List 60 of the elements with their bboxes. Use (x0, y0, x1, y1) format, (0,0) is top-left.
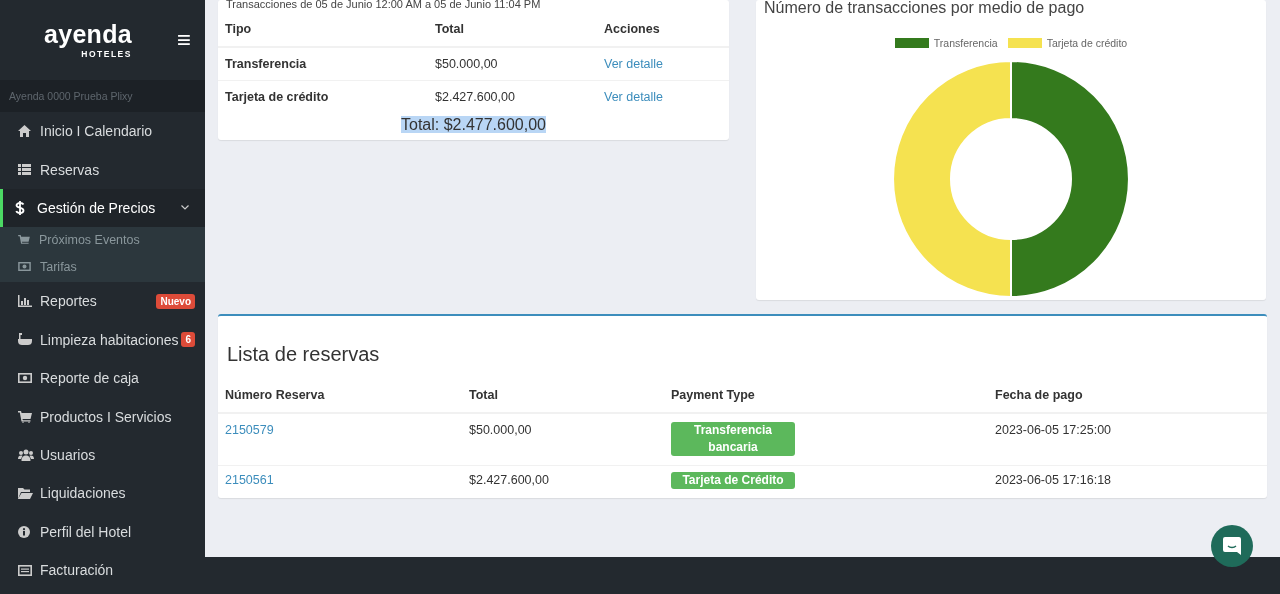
bathtub-icon (18, 333, 32, 347)
date-range: Transacciones de 05 de Junio 12:00 AM a 05 de Junio 11:04 PM (225, 0, 542, 12)
sidebar-item[interactable]: Usuarios (0, 435, 205, 475)
sidebar-item[interactable]: Liquidaciones (0, 474, 205, 513)
chart-title: Número de transacciones por medio de pago (763, 0, 1086, 17)
section-title: Lista de reservas (226, 342, 381, 367)
legend-label: Tarjeta de crédito (1046, 37, 1128, 49)
list-icon (18, 164, 31, 176)
table-cell: $50.000,00 (462, 413, 664, 466)
users-icon (18, 448, 34, 461)
column-header: Fecha de pago (988, 378, 1267, 413)
banknote-icon (18, 373, 32, 384)
column-header: Número Reserva (218, 378, 462, 413)
sidebar-item[interactable]: Limpieza habitaciones 6 (0, 320, 205, 359)
sidebar-item[interactable]: Reporte de caja (0, 358, 205, 398)
table-cell: $50.000,00 (428, 47, 597, 81)
submenu-item[interactable]: Tarifas (0, 253, 205, 281)
badge: 6 (181, 332, 195, 348)
detail-link[interactable]: Ver detalle (604, 90, 664, 104)
submenu-item[interactable]: Próximos Eventos (0, 227, 205, 254)
cart-icon (18, 410, 32, 423)
banknote-icon (18, 262, 31, 272)
sidebar-item[interactable]: Reportes Nuevo (0, 282, 205, 321)
column-header: Tipo (218, 12, 428, 47)
sidebar-item[interactable]: Reservas (0, 150, 205, 189)
legend-label: Transferencia (933, 37, 998, 49)
total-amount: Total: $2.477.600,00 (401, 116, 546, 133)
payment-type-label: Transferencia bancaria (671, 422, 795, 456)
table-cell: 2023-06-05 17:25:00 (988, 413, 1267, 466)
info-icon (18, 525, 30, 538)
badge: Nuevo (156, 293, 195, 309)
chat-icon (1223, 537, 1241, 555)
folder-icon (18, 487, 33, 500)
sidebar-item[interactable]: Productos I Servicios (0, 397, 205, 436)
column-header: Total (428, 12, 597, 47)
table-cell: $2.427.600,00 (462, 465, 664, 496)
sidebar-item[interactable]: Perfil del Hotel (0, 512, 205, 551)
dollar-icon (15, 200, 25, 215)
hotel-name: Ayenda 0000 Prueba Plixy (0, 80, 205, 112)
column-header: Acciones (597, 12, 729, 47)
sidebar-item[interactable]: Inicio I Calendario (0, 112, 205, 151)
table-cell: Transferencia (218, 47, 428, 81)
sidebar-item[interactable]: Gestión de Precios (0, 188, 205, 228)
detail-link[interactable]: Ver detalle (604, 57, 664, 71)
invoice-icon (18, 564, 32, 576)
chat-button[interactable] (1211, 525, 1253, 567)
table-cell: Tarjeta de crédito (218, 80, 428, 113)
reservation-link[interactable]: 2150561 (225, 473, 274, 487)
home-icon (18, 125, 31, 138)
sidebar-item[interactable]: Facturación (0, 550, 205, 590)
menu-button[interactable]: ≡ (177, 28, 191, 52)
column-header: Total (462, 378, 664, 413)
reservation-link[interactable]: 2150579 (225, 423, 274, 437)
cart-icon (18, 235, 30, 246)
table-cell: $2.427.600,00 (428, 80, 597, 113)
bar-chart-icon (18, 295, 32, 308)
column-header: Payment Type (664, 378, 988, 413)
payment-type-label: Tarjeta de Crédito (671, 472, 795, 489)
table-cell: 2023-06-05 17:16:18 (988, 465, 1267, 496)
logo: ayenda HOTELES (44, 21, 132, 59)
